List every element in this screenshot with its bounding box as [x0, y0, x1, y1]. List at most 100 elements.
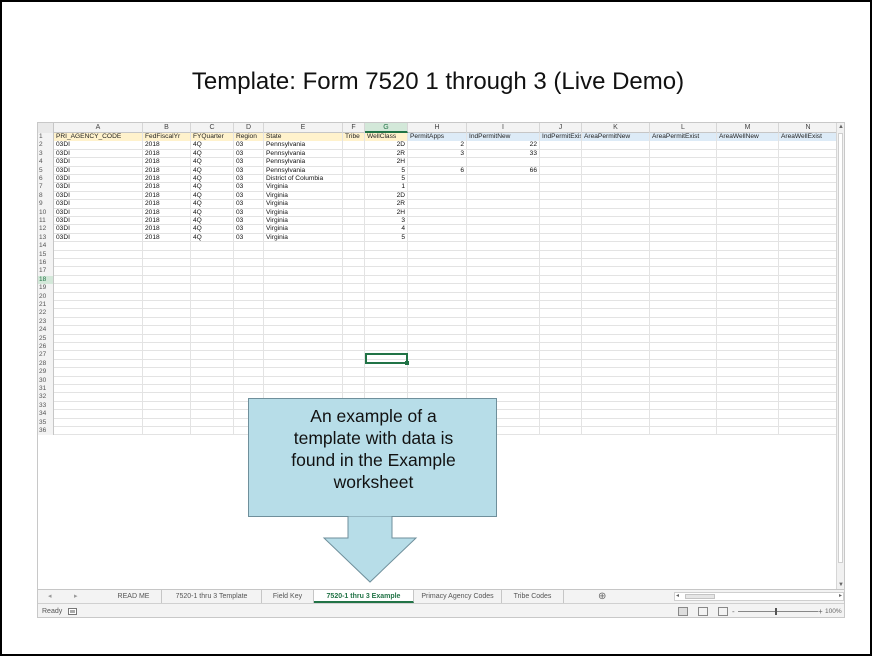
table-cell[interactable] — [191, 368, 234, 377]
table-cell[interactable] — [779, 267, 838, 276]
table-cell[interactable] — [582, 376, 650, 385]
table-cell[interactable] — [264, 385, 343, 394]
table-cell[interactable] — [540, 284, 582, 293]
table-cell[interactable] — [540, 368, 582, 377]
table-cell[interactable] — [191, 351, 234, 360]
table-cell[interactable] — [540, 275, 582, 285]
row-number[interactable]: 10 — [38, 208, 54, 217]
row-number[interactable]: 21 — [38, 301, 54, 310]
table-cell[interactable] — [467, 200, 540, 209]
table-cell[interactable] — [365, 267, 408, 276]
row-number[interactable]: 2 — [38, 141, 54, 150]
table-cell[interactable] — [779, 309, 838, 318]
table-cell[interactable] — [365, 376, 408, 385]
table-cell[interactable] — [582, 233, 650, 243]
table-cell[interactable] — [408, 217, 467, 226]
table-cell[interactable] — [582, 326, 650, 335]
row-number[interactable]: 36 — [38, 427, 54, 436]
table-cell[interactable]: 4Q — [191, 208, 234, 217]
table-cell[interactable] — [650, 410, 717, 419]
table-cell[interactable] — [540, 334, 582, 343]
table-cell[interactable] — [234, 267, 264, 276]
table-cell[interactable] — [467, 376, 540, 385]
table-cell[interactable] — [408, 301, 467, 310]
table-cell[interactable] — [717, 191, 779, 201]
table-cell[interactable] — [143, 259, 191, 268]
table-cell[interactable] — [234, 359, 264, 369]
row-number[interactable]: 4 — [38, 158, 54, 167]
table-cell[interactable] — [264, 376, 343, 385]
table-cell[interactable] — [191, 275, 234, 285]
row-number[interactable]: 35 — [38, 418, 54, 427]
table-cell[interactable] — [650, 351, 717, 360]
table-cell[interactable] — [234, 351, 264, 360]
table-cell[interactable] — [779, 208, 838, 217]
table-cell[interactable]: 03 — [234, 158, 264, 167]
table-cell[interactable] — [343, 284, 365, 293]
table-cell[interactable] — [408, 343, 467, 352]
table-cell[interactable] — [540, 376, 582, 385]
table-cell[interactable] — [467, 292, 540, 301]
table-cell[interactable] — [717, 368, 779, 377]
table-cell[interactable] — [408, 351, 467, 360]
table-cell[interactable] — [54, 401, 143, 411]
sheet-tab[interactable]: 7520-1 thru 3 Example — [314, 590, 414, 603]
row-number[interactable]: 3 — [38, 149, 54, 159]
table-cell[interactable]: 2R — [365, 149, 408, 159]
column-header-h[interactable]: H — [408, 123, 467, 133]
table-cell[interactable] — [54, 410, 143, 419]
table-cell[interactable]: 2018 — [143, 225, 191, 234]
table-cell[interactable]: 03DI — [54, 183, 143, 192]
table-cell[interactable] — [540, 166, 582, 175]
table-cell[interactable] — [143, 334, 191, 343]
table-cell[interactable] — [191, 292, 234, 301]
table-cell[interactable] — [343, 141, 365, 150]
header-cell[interactable]: FedFiscalYr — [143, 133, 191, 142]
table-cell[interactable] — [779, 301, 838, 310]
table-cell[interactable] — [582, 343, 650, 352]
table-cell[interactable] — [408, 317, 467, 327]
row-number[interactable]: 5 — [38, 166, 54, 175]
row-number[interactable]: 25 — [38, 334, 54, 343]
row-number[interactable]: 15 — [38, 250, 54, 259]
table-cell[interactable] — [582, 166, 650, 175]
table-cell[interactable] — [467, 250, 540, 259]
prev-sheet-icon[interactable]: ◂ — [48, 590, 52, 604]
table-cell[interactable] — [343, 275, 365, 285]
normal-view-icon[interactable] — [678, 607, 688, 616]
table-cell[interactable] — [467, 343, 540, 352]
table-cell[interactable] — [717, 200, 779, 209]
table-cell[interactable] — [467, 275, 540, 285]
table-cell[interactable] — [540, 250, 582, 259]
sheet-tab[interactable]: Primacy Agency Codes — [414, 590, 502, 603]
table-cell[interactable] — [650, 309, 717, 318]
table-cell[interactable] — [467, 267, 540, 276]
table-cell[interactable] — [408, 200, 467, 209]
table-cell[interactable] — [343, 175, 365, 184]
table-cell[interactable] — [264, 242, 343, 251]
table-cell[interactable] — [467, 284, 540, 293]
table-cell[interactable] — [540, 225, 582, 234]
table-cell[interactable]: 5 — [365, 233, 408, 243]
table-cell[interactable] — [650, 225, 717, 234]
table-cell[interactable]: 03DI — [54, 166, 143, 175]
table-cell[interactable] — [408, 376, 467, 385]
row-number[interactable]: 14 — [38, 242, 54, 251]
header-cell[interactable]: AreaPermitNew — [582, 133, 650, 142]
table-cell[interactable]: 1 — [365, 183, 408, 192]
table-cell[interactable] — [191, 401, 234, 411]
column-header-m[interactable]: M — [717, 123, 779, 133]
table-cell[interactable] — [779, 326, 838, 335]
table-cell[interactable] — [54, 393, 143, 402]
table-cell[interactable] — [582, 191, 650, 201]
page-break-view-icon[interactable] — [718, 607, 728, 616]
table-cell[interactable] — [264, 309, 343, 318]
table-cell[interactable] — [191, 259, 234, 268]
table-cell[interactable] — [540, 385, 582, 394]
table-cell[interactable] — [650, 242, 717, 251]
vertical-scroll-thumb[interactable] — [838, 133, 843, 563]
table-cell[interactable] — [54, 250, 143, 259]
table-cell[interactable] — [582, 309, 650, 318]
table-cell[interactable]: 4Q — [191, 166, 234, 175]
table-cell[interactable] — [467, 385, 540, 394]
